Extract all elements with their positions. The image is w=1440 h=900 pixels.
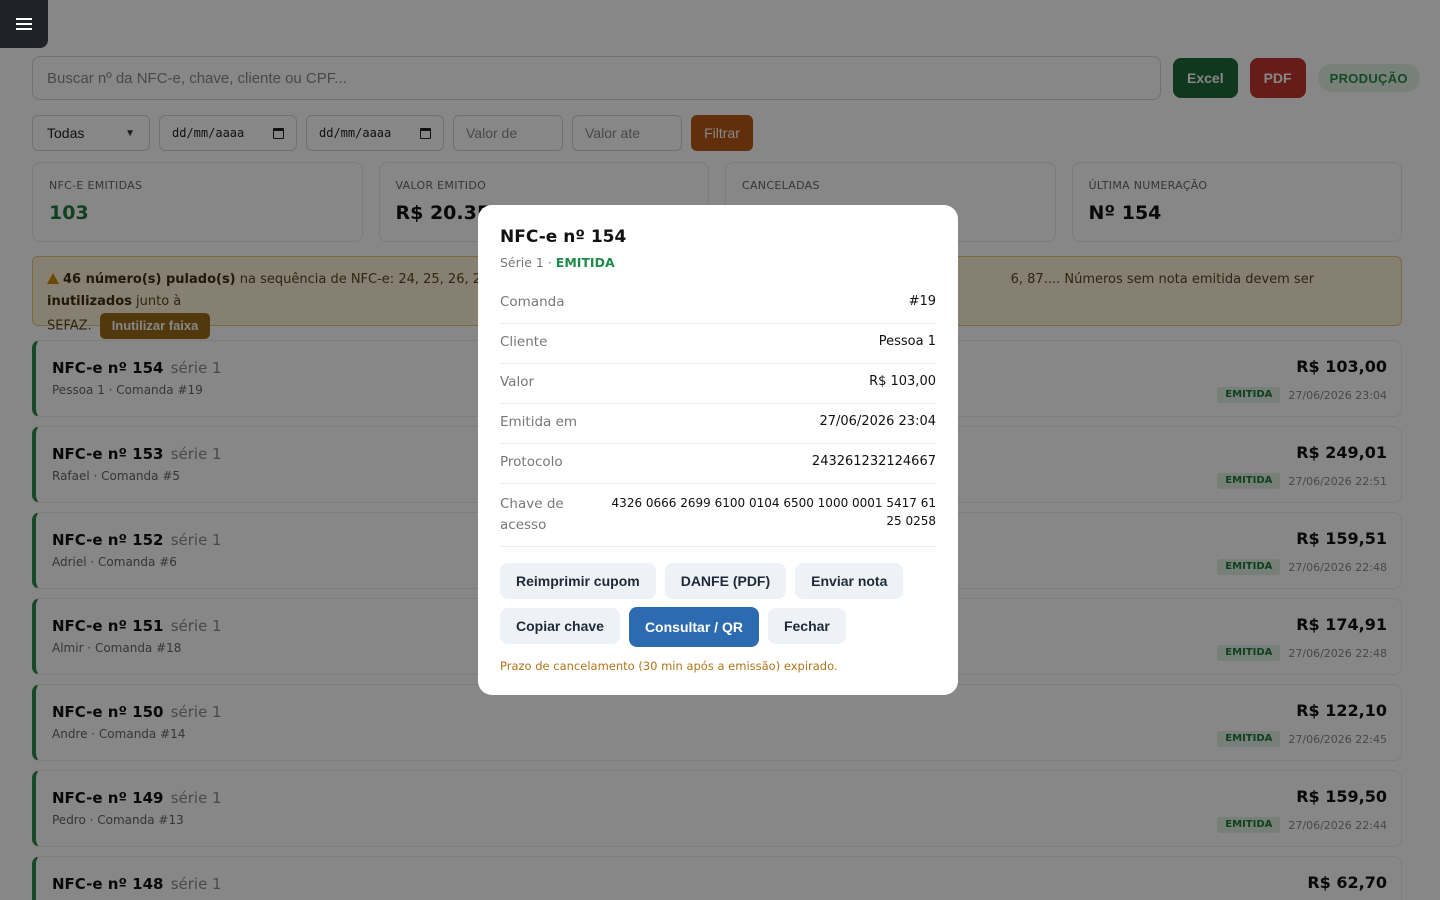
detail-row-cliente: Cliente Pessoa 1	[500, 324, 936, 364]
modal-details: Comanda #19 Cliente Pessoa 1 Valor R$ 10…	[500, 284, 936, 547]
modal-title: NFC-e nº 154	[500, 227, 627, 247]
detail-row-valor: Valor R$ 103,00	[500, 364, 936, 404]
detail-value: 27/06/2026 23:04	[819, 414, 936, 429]
menu-button[interactable]	[0, 0, 48, 48]
reprint-button[interactable]: Reimprimir cupom	[500, 563, 656, 599]
danfe-pdf-button[interactable]: DANFE (PDF)	[664, 563, 787, 599]
detail-label: Valor	[500, 374, 535, 390]
detail-label: Comanda	[500, 294, 565, 310]
detail-value: 243261232124667	[811, 454, 936, 469]
detail-label: Cliente	[500, 334, 548, 350]
detail-value: R$ 103,00	[869, 374, 936, 389]
close-button[interactable]: Fechar	[767, 608, 846, 644]
send-note-button[interactable]: Enviar nota	[795, 563, 904, 599]
detail-label: Protocolo	[500, 454, 563, 470]
modal-status: EMITIDA	[555, 255, 615, 270]
nfce-detail-modal: NFC-e nº 154 Série 1 · EMITIDA Comanda #…	[478, 205, 958, 695]
detail-label: Chave de acesso	[500, 496, 564, 533]
detail-value: #19	[908, 294, 936, 309]
detail-row-emitida: Emitida em 27/06/2026 23:04	[500, 404, 936, 444]
detail-value: Pessoa 1	[878, 334, 936, 349]
modal-actions: Reimprimir cupom DANFE (PDF) Enviar nota…	[500, 563, 936, 647]
hamburger-icon	[16, 18, 32, 30]
modal-serie: Série 1 ·	[500, 255, 556, 270]
copy-key-button[interactable]: Copiar chave	[500, 608, 620, 644]
detail-row-comanda: Comanda #19	[500, 284, 936, 324]
access-key-value: 4326 0666 2699 6100 0104 6500 1000 0001 …	[611, 496, 936, 528]
detail-row-chave: Chave de acesso 4326 0666 2699 6100 0104…	[500, 484, 936, 547]
cancellation-note: Prazo de cancelamento (30 min após a emi…	[500, 659, 838, 673]
consult-qr-button[interactable]: Consultar / QR	[628, 607, 759, 647]
detail-label: Emitida em	[500, 414, 578, 430]
detail-row-protocolo: Protocolo 243261232124667	[500, 444, 936, 484]
modal-subtitle: Série 1 · EMITIDA	[500, 255, 936, 270]
